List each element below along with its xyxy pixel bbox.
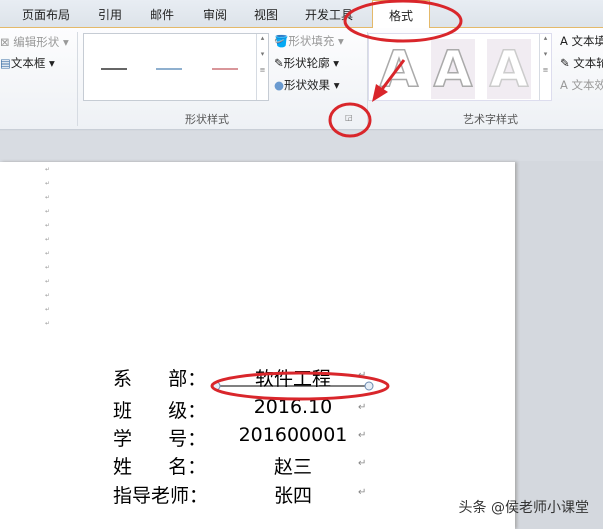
highlight-ellipse-format-tab — [343, 0, 463, 43]
line-handle-end[interactable] — [364, 381, 374, 391]
annotation-overlay — [210, 0, 463, 401]
arrow-shaft — [378, 59, 406, 93]
watermark: 头条 @侯老师小课堂 — [458, 500, 589, 516]
highlight-ellipse-launcher — [328, 102, 372, 138]
